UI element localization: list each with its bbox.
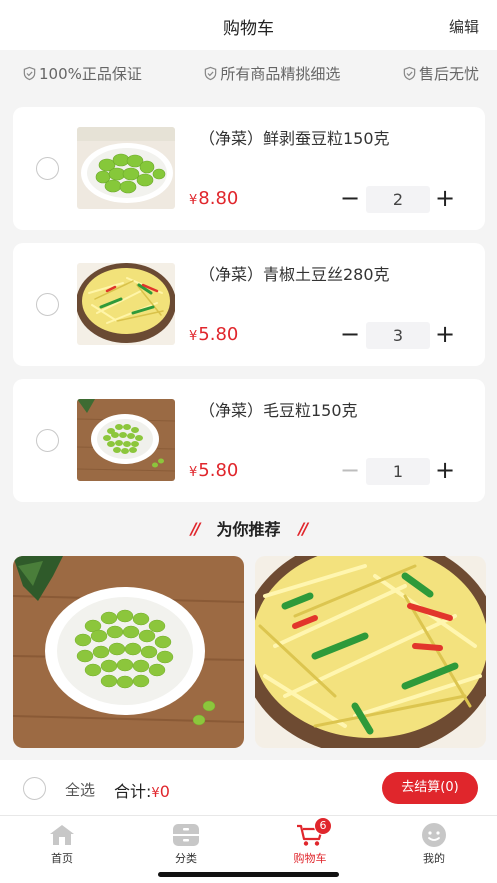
- recommend-product-shredded-potato[interactable]: [255, 556, 486, 748]
- home-icon: [22, 822, 102, 848]
- price-value: 5.80: [198, 460, 239, 481]
- increase-quantity-button[interactable]: +: [434, 321, 456, 349]
- checkout-bar: 全选 合计:¥0 去结算(0): [0, 760, 497, 816]
- tab-label: 首页: [51, 852, 73, 865]
- nav-header: 购物车 编辑: [0, 0, 497, 50]
- product-name[interactable]: （净菜）青椒土豆丝280克: [199, 261, 390, 285]
- total-amount: 合计:¥0: [114, 778, 170, 802]
- currency-symbol: ¥: [189, 465, 198, 480]
- guarantee-item: 100%正品保证: [22, 63, 142, 84]
- currency-symbol: ¥: [151, 786, 160, 801]
- cart-item: （净菜）鲜剥蚕豆粒150克 ¥8.80 − 2 +: [13, 107, 485, 230]
- item-checkbox[interactable]: [36, 157, 59, 180]
- checkout-button[interactable]: 去结算(0): [382, 772, 478, 804]
- quantity-input[interactable]: 3: [366, 322, 430, 349]
- quantity-input[interactable]: 2: [366, 186, 430, 213]
- decrease-quantity-button[interactable]: −: [339, 321, 361, 349]
- guarantee-item: 售后无忧: [402, 63, 479, 84]
- cart-item: （净菜）毛豆粒150克 ¥5.80 − 1 +: [13, 379, 485, 502]
- shield-check-icon: [205, 66, 217, 80]
- title-decoration-left: //: [190, 518, 201, 538]
- guarantee-item: 所有商品精挑细选: [203, 63, 340, 84]
- price-value: 8.80: [198, 188, 239, 209]
- edit-button[interactable]: 编辑: [449, 16, 479, 37]
- tab-cart[interactable]: 6 购物车: [270, 817, 350, 866]
- product-image-edamame[interactable]: [77, 399, 175, 481]
- product-name[interactable]: （净菜）鲜剥蚕豆粒150克: [199, 125, 390, 149]
- shield-check-icon: [23, 66, 36, 80]
- total-value: 0: [159, 782, 170, 801]
- product-price: ¥5.80: [189, 460, 238, 481]
- guarantee-text: 100%正品保证: [39, 64, 142, 83]
- tab-label: 购物车: [293, 852, 327, 865]
- guarantee-text: 所有商品精挑细选: [220, 64, 341, 83]
- product-name[interactable]: （净菜）毛豆粒150克: [199, 397, 358, 421]
- recommend-product-edamame[interactable]: [13, 556, 244, 748]
- guarantee-text: 售后无忧: [418, 64, 479, 83]
- shield-check-icon: [403, 66, 416, 80]
- increase-quantity-button[interactable]: +: [434, 185, 456, 213]
- category-icon: [146, 822, 226, 848]
- tab-home[interactable]: 首页: [22, 822, 102, 866]
- quantity-input[interactable]: 1: [366, 458, 430, 485]
- decrease-quantity-button[interactable]: −: [339, 185, 361, 213]
- decrease-quantity-button[interactable]: −: [339, 457, 361, 485]
- cart-icon: 6: [270, 817, 350, 848]
- product-image-broad-beans[interactable]: [77, 127, 175, 209]
- recommend-title: 为你推荐: [216, 520, 281, 539]
- select-all-label[interactable]: 全选: [65, 779, 95, 800]
- profile-icon: [394, 822, 474, 848]
- price-value: 5.80: [198, 324, 239, 345]
- title-decoration-right: //: [298, 518, 309, 538]
- cart-badge: 6: [314, 817, 332, 835]
- currency-symbol: ¥: [189, 193, 198, 208]
- tab-category[interactable]: 分类: [146, 822, 226, 866]
- home-indicator: [158, 872, 339, 877]
- total-label: 合计:: [114, 782, 152, 801]
- product-image-shredded-potato[interactable]: [77, 263, 175, 345]
- item-checkbox[interactable]: [36, 429, 59, 452]
- recommend-section-title: // 为你推荐 //: [0, 513, 497, 543]
- product-price: ¥8.80: [189, 188, 238, 209]
- currency-symbol: ¥: [189, 329, 198, 344]
- product-price: ¥5.80: [189, 324, 238, 345]
- increase-quantity-button[interactable]: +: [434, 457, 456, 485]
- tab-label: 分类: [175, 852, 197, 865]
- select-all-checkbox[interactable]: [23, 777, 46, 800]
- item-checkbox[interactable]: [36, 293, 59, 316]
- guarantee-strip: 100%正品保证 所有商品精挑细选 售后无忧: [0, 50, 497, 96]
- page-title: 购物车: [223, 19, 274, 39]
- tab-profile[interactable]: 我的: [394, 822, 474, 866]
- tab-label: 我的: [423, 852, 445, 865]
- cart-item: （净菜）青椒土豆丝280克 ¥5.80 − 3 +: [13, 243, 485, 366]
